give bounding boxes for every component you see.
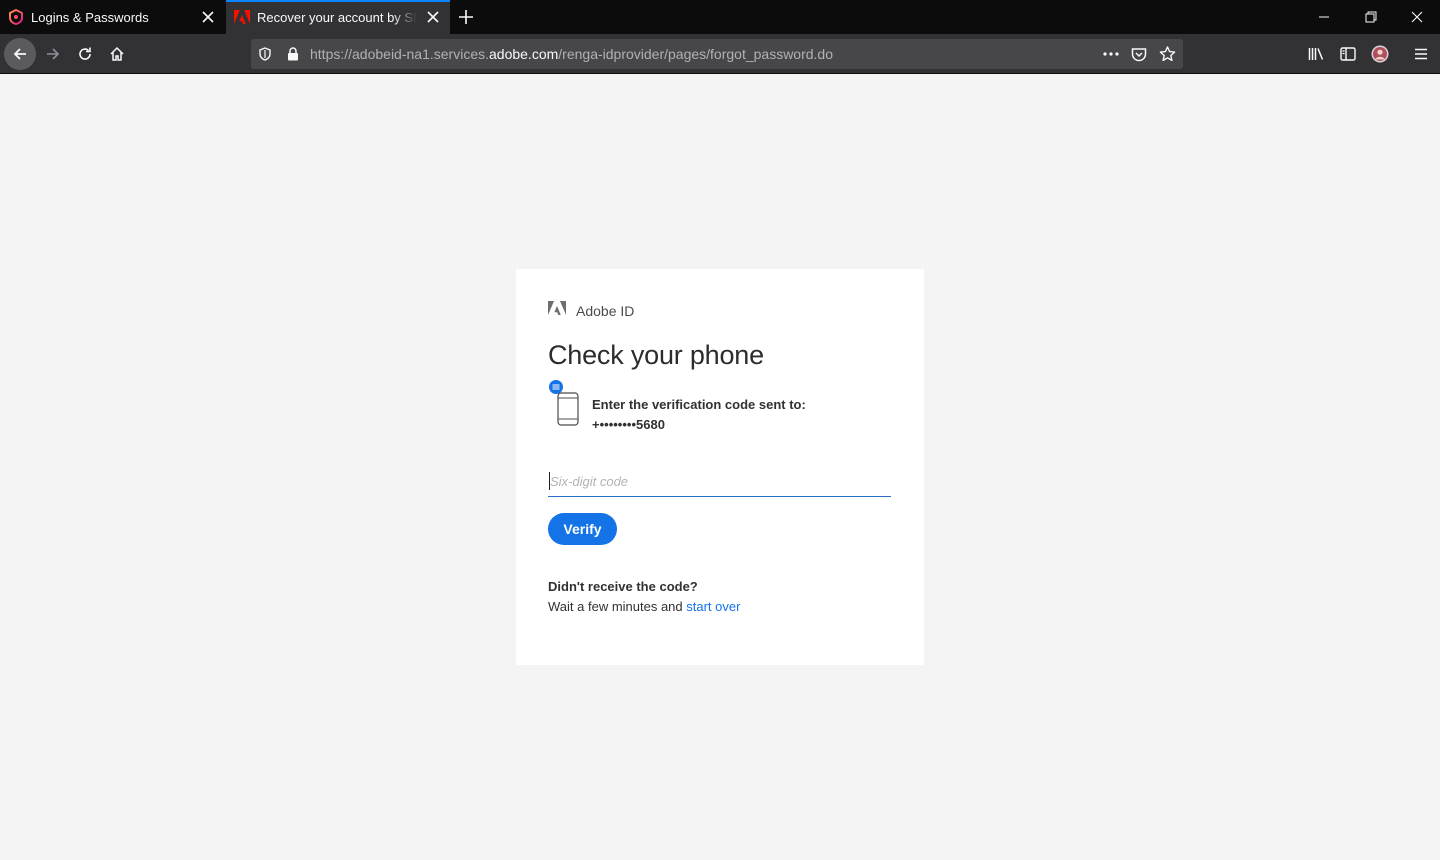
phone-message-icon [549,380,579,426]
pocket-icon[interactable] [1130,45,1148,63]
avatar [1371,45,1389,63]
page-title: Check your phone [548,340,764,370]
forward-button[interactable] [37,38,69,70]
verification-destination: Enter the verification code sent to: +••… [592,395,806,435]
back-button[interactable] [4,38,36,70]
reload-button[interactable] [69,38,101,70]
new-tab-button[interactable] [455,6,477,28]
adobe-logo-icon [548,301,566,320]
sidebar-icon [1340,47,1356,61]
tab-title: Logins & Passwords [31,9,149,25]
close-tab-icon[interactable] [199,8,217,26]
tab-recover-account[interactable]: Recover your account by SMS [226,0,450,34]
bookmark-star-icon[interactable] [1158,45,1176,63]
brand-label: Adobe ID [576,302,635,319]
help-title: Didn't receive the code? [548,579,698,594]
adobe-icon [234,9,250,25]
forward-arrow-icon [47,48,60,60]
url-bar[interactable]: https://adobeid-na1.services.adobe.com/r… [251,39,1183,69]
account-button[interactable] [1364,38,1396,70]
menu-button[interactable] [1405,38,1437,70]
reload-icon [79,47,91,60]
sidebar-button[interactable] [1332,38,1364,70]
tab-logins-passwords[interactable]: Logins & Passwords [0,0,225,34]
hamburger-menu-icon [1415,48,1427,60]
back-arrow-icon [13,48,26,60]
text-caret [549,472,550,490]
close-tab-icon[interactable] [424,8,442,26]
verification-card: Adobe ID Check your phone Enter the veri… [516,269,924,665]
lock-icon[interactable] [284,45,302,63]
help-text-line: Wait a few minutes and start over [548,599,740,614]
library-button[interactable] [1300,38,1332,70]
url-path: /renga-idprovider/pages/forgot_password.… [558,46,834,62]
start-over-link[interactable]: start over [686,599,740,614]
home-icon [110,46,124,61]
close-window-icon[interactable] [1405,5,1429,29]
tab-strip: Logins & Passwords Recover your account … [0,0,1440,34]
restore-window-icon[interactable] [1359,5,1383,29]
home-button[interactable] [101,38,133,70]
tracking-protection-shield-icon[interactable] [256,45,274,63]
adobe-id-brand: Adobe ID [548,301,634,320]
url-text[interactable]: https://adobeid-na1.services.adobe.com/r… [310,46,833,62]
sent-label: Enter the verification code sent to: [592,397,806,412]
url-prefix: https://adobeid-na1.services. [310,46,489,62]
library-icon [1308,48,1323,60]
verify-button[interactable]: Verify [548,513,617,545]
navigation-toolbar: https://adobeid-na1.services.adobe.com/r… [0,34,1440,74]
tab-title: Recover your account by SMS [257,9,417,25]
lockwise-icon [8,9,24,25]
help-text: Wait a few minutes and [548,599,687,614]
page-actions-more-icon[interactable] [1102,45,1120,63]
url-domain: adobe.com [489,46,559,62]
masked-phone-number: +••••••••5680 [592,417,665,432]
minimize-window-icon[interactable] [1312,5,1336,29]
verification-code-input[interactable] [548,467,891,497]
